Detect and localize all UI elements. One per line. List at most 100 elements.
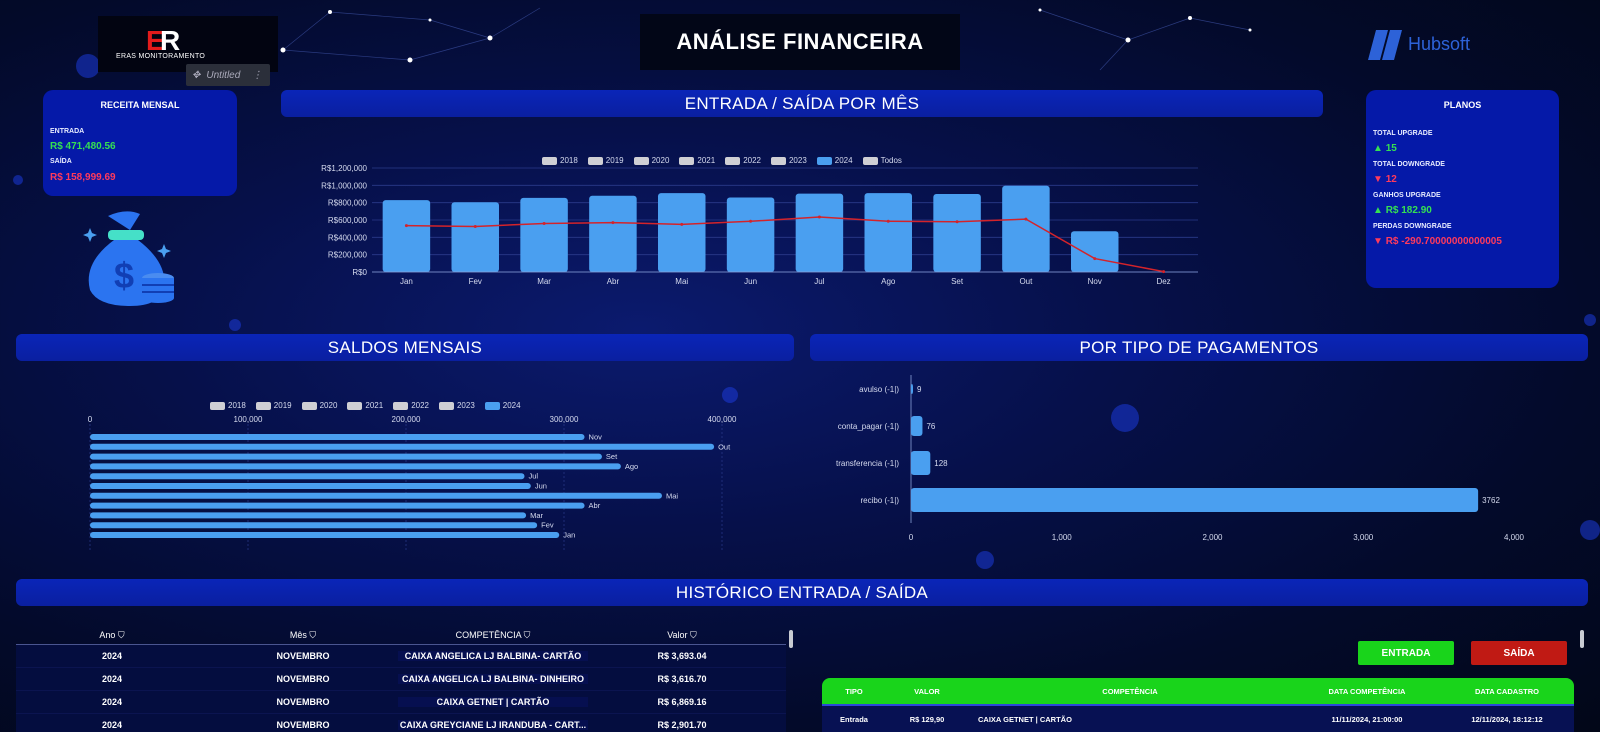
bar-mar [90,512,527,519]
table-scrollbar[interactable] [789,630,793,648]
page-title-bar: ANÁLISE FINANCEIRA [640,14,960,70]
line-point-mai [680,222,684,226]
cell-valor: R$ 6,869.16 [657,697,707,707]
section-saldos-title: SALDOS MENSAIS [327,337,483,357]
cell-valor: R$ 3,693.04 [657,651,707,661]
cell-mes: NOVEMBRO [276,674,330,684]
line-point-jun [749,219,753,223]
filter-icon[interactable]: ⛉ [690,630,697,640]
category-label: transferencia (-1|) [836,459,899,468]
legend-item-2019[interactable]: 2019 [255,401,292,410]
legend-label: Todos [880,156,902,165]
more-icon[interactable]: ⋮ [252,70,262,81]
legend-item-2024[interactable]: 2024 [816,156,853,165]
filter-icon[interactable]: ⛉ [118,630,125,640]
x-tick-label: Fev [469,277,482,286]
line-point-nov [1093,257,1097,261]
legend-item-2023[interactable]: 2023 [438,401,475,410]
col-valor[interactable]: Valor ⛉ [588,630,776,641]
x-tick-label: Set [951,277,964,286]
col-valor[interactable]: VALOR [886,687,968,696]
entrada-value: R$ 471,480.56 [50,141,116,152]
bar-abr [589,195,637,272]
legend-item-todos[interactable]: Todos [862,156,902,165]
col-data-competencia[interactable]: DATA COMPETÊNCIA [1292,687,1442,696]
arrow-down-icon: ▼ [1373,236,1386,247]
legend-label: 2018 [228,401,246,410]
x-tick-label: Dez [1156,277,1170,286]
x-tick-label: 300,000 [550,415,579,424]
perdas-label: PERDAS DOWNGRADE [1373,223,1452,230]
bar-1 [911,416,923,436]
bar-nov [1071,231,1119,272]
legend-item-2020[interactable]: 2020 [633,156,669,165]
entrada-button[interactable]: ENTRADA [1358,641,1454,665]
legend-item-2020[interactable]: 2020 [301,401,337,410]
bar-fev [90,522,538,529]
money-bag-icon: $ [83,211,174,306]
col-competencia[interactable]: COMPETÊNCIA [968,687,1292,696]
bar-set [90,453,602,460]
untitled-chip[interactable]: ✥ Untitled ⋮ [186,64,270,86]
table-row[interactable]: 2024 NOVEMBRO CAIXA GREYCIANE LJ IRANDUB… [16,714,786,732]
legend-item-2023[interactable]: 2023 [770,156,807,165]
downgrade-row: ▼ 12 [1373,174,1397,185]
planos-card: PLANOS TOTAL UPGRADE ▲ 15 TOTAL DOWNGRAD… [1366,90,1559,288]
x-tick-label: 0 [909,533,914,542]
filter-icon[interactable]: ⛉ [309,630,316,640]
table-row[interactable]: 2024 NOVEMBRO CAIXA ANGELICA LJ BALBINA-… [16,645,786,668]
legend-saldos: 2018 2019 2020 2021 2022 2023 2024 [210,401,521,410]
saida-button[interactable]: SAÍDA [1471,641,1567,665]
cell-ano: 2024 [101,720,123,730]
category-label: recibo (-1|) [860,496,899,505]
col-data-cadastro[interactable]: DATA CADASTRO [1442,687,1572,696]
legend-swatch [633,156,649,165]
table-row[interactable]: 2024 NOVEMBRO CAIXA GETNET | CARTÃO R$ 6… [16,691,786,714]
col-mes[interactable]: Mês ⛉ [208,630,398,641]
cell-competencia: CAIXA GETNET | CARTÃO [978,714,1072,724]
line-point-fev [473,225,477,228]
planos-title: PLANOS [1443,100,1482,110]
chart-saldos: 0 100,000 200,000 300,000 400,000 Nov Out Set Ag… [88,415,737,550]
panel-scrollbar[interactable] [1580,630,1584,648]
col-tipo[interactable]: TIPO [822,687,886,696]
chart-pagamentos: 0 1,000 2,000 3,000 4,000 9 avulso (-1|) 76 cont… [836,375,1525,542]
col-valor-label: Valor [667,629,688,640]
x-tick-label: 3,000 [1353,533,1374,542]
upgrade-label: TOTAL UPGRADE [1373,130,1433,137]
bar-0 [911,384,913,394]
section-saldos: SALDOS MENSAIS [16,334,794,361]
ganhos-row: ▲ R$ 182.90 [1373,205,1432,216]
col-competencia[interactable]: COMPETÊNCIA ⛉ [398,630,588,641]
x-tick-label: 100,000 [234,415,263,424]
legend-item-2021[interactable]: 2021 [347,401,383,410]
legend-label: 2021 [697,156,716,165]
col-mes-label: Mês [289,629,307,640]
legend-item-2019[interactable]: 2019 [587,156,624,165]
table-row[interactable]: 2024 NOVEMBRO CAIXA ANGELICA LJ BALBINA-… [16,668,786,691]
legend-swatch [679,156,695,165]
x-tick-label: Mar [537,277,551,286]
legend-item-2022[interactable]: 2022 [393,401,429,410]
cell-tipo: Entrada [840,714,868,724]
bar-out [90,443,715,450]
logo-hubsoft: Hubsoft [1368,20,1488,68]
historico-table-header: Ano ⛉ Mês ⛉ COMPETÊNCIA ⛉ Valor ⛉ [16,626,786,644]
cell-competencia: CAIXA GETNET | CARTÃO [398,697,588,707]
x-tick-label: Out [1019,277,1033,286]
cell-mes: NOVEMBRO [276,720,330,730]
legend-item-2021[interactable]: 2021 [679,156,715,165]
filter-icon[interactable]: ⛉ [524,630,531,640]
col-competencia-label: COMPETÊNCIA [455,629,522,640]
legend-label: 2023 [788,156,807,165]
bar-jan [90,532,560,538]
legend-swatch [210,401,225,410]
legend-item-2018[interactable]: 2018 [210,401,246,410]
legend-item-2018[interactable]: 2018 [542,156,578,165]
legend-item-2024[interactable]: 2024 [484,401,521,410]
bar-ago [864,193,912,272]
table-row[interactable]: Entrada R$ 129,90 CAIXA GETNET | CARTÃO … [822,704,1574,732]
col-ano[interactable]: Ano ⛉ [16,630,208,641]
legend-item-2022[interactable]: 2022 [725,156,761,165]
bar-value: 3762 [1482,496,1500,505]
